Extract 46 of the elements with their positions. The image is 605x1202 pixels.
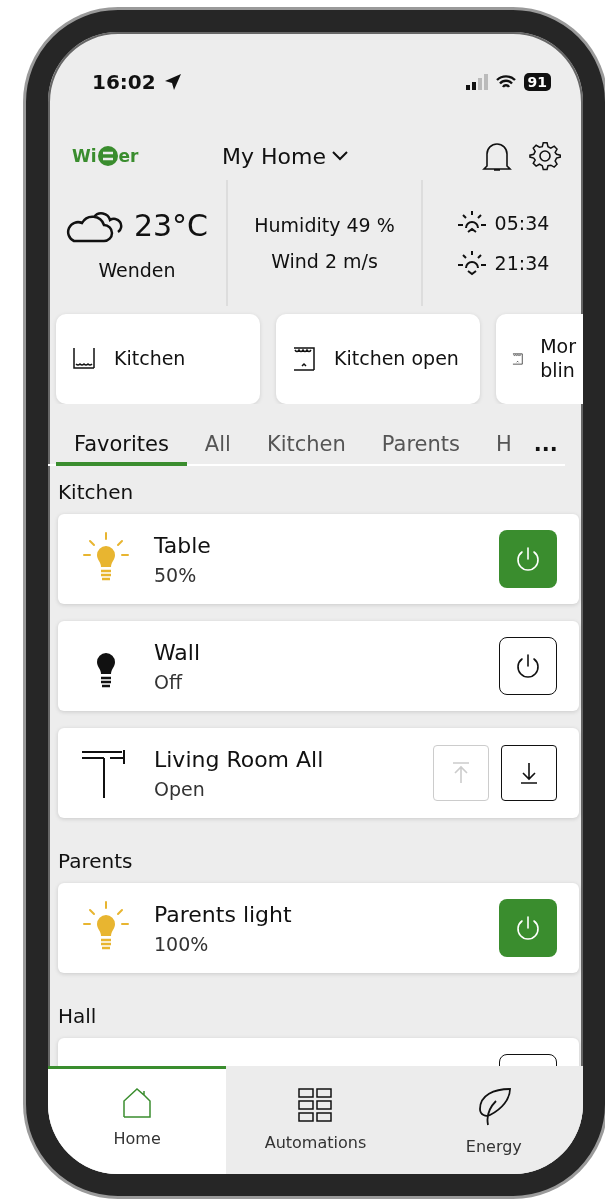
home-icon (122, 1087, 153, 1119)
device-status: 100% (154, 932, 210, 955)
room-tab[interactable]: H (478, 432, 530, 466)
room-tab[interactable]: Kitchen (248, 432, 364, 466)
scene-button[interactable]: Kitchen open (276, 314, 480, 404)
arrow-up-icon (451, 762, 471, 784)
battery-indicator: 91 (523, 73, 551, 91)
sunrise-time: 05:34 (494, 212, 550, 234)
room-tab[interactable]: Favorites (56, 432, 187, 466)
wind-text: Wind 2 m/s (271, 250, 378, 272)
device-status: 50% (154, 563, 198, 586)
city-name: Wenden (98, 259, 176, 281)
device-name: Living Room All (154, 746, 325, 772)
chevron-down-icon (331, 151, 348, 161)
wifi-icon (495, 74, 516, 90)
humidity-text: Humidity 49 % (254, 214, 395, 236)
section-title: Parents (58, 848, 134, 875)
scene-button[interactable]: Kitchen (56, 314, 260, 404)
device-name: Parents light (154, 901, 293, 927)
signal-icon (465, 74, 488, 90)
arrow-down-icon (519, 762, 539, 784)
nav-tab[interactable]: Home (48, 1066, 227, 1174)
room-tab[interactable]: All (186, 432, 249, 466)
wiser-logo: Wi er (72, 145, 140, 167)
more-button[interactable]: ... (529, 432, 558, 464)
device-name: Table (154, 532, 212, 558)
device-status: Off (154, 670, 184, 693)
location-arrow-icon (163, 73, 182, 91)
scene-button[interactable]: Mor blin (496, 314, 583, 404)
section-title: Hall (58, 1003, 98, 1030)
temperature: 23°C (133, 207, 209, 243)
blind-closed-icon (72, 346, 98, 372)
grid-icon (297, 1087, 334, 1123)
section-title: Kitchen (58, 479, 135, 506)
room-tab[interactable]: Parents (363, 432, 478, 466)
home-selector[interactable]: My Home (222, 143, 473, 169)
sunset-time: 21:34 (494, 252, 550, 274)
sunrise-icon (456, 210, 487, 236)
device-name: Wall (154, 639, 202, 665)
power-button[interactable] (499, 637, 557, 695)
blind-down-button[interactable] (501, 745, 557, 801)
blind-up-icon (292, 346, 318, 372)
settings-icon (529, 140, 561, 172)
status-time: 16:02 (92, 70, 156, 94)
device-status: Open (154, 777, 206, 800)
sunset-icon (456, 250, 487, 276)
